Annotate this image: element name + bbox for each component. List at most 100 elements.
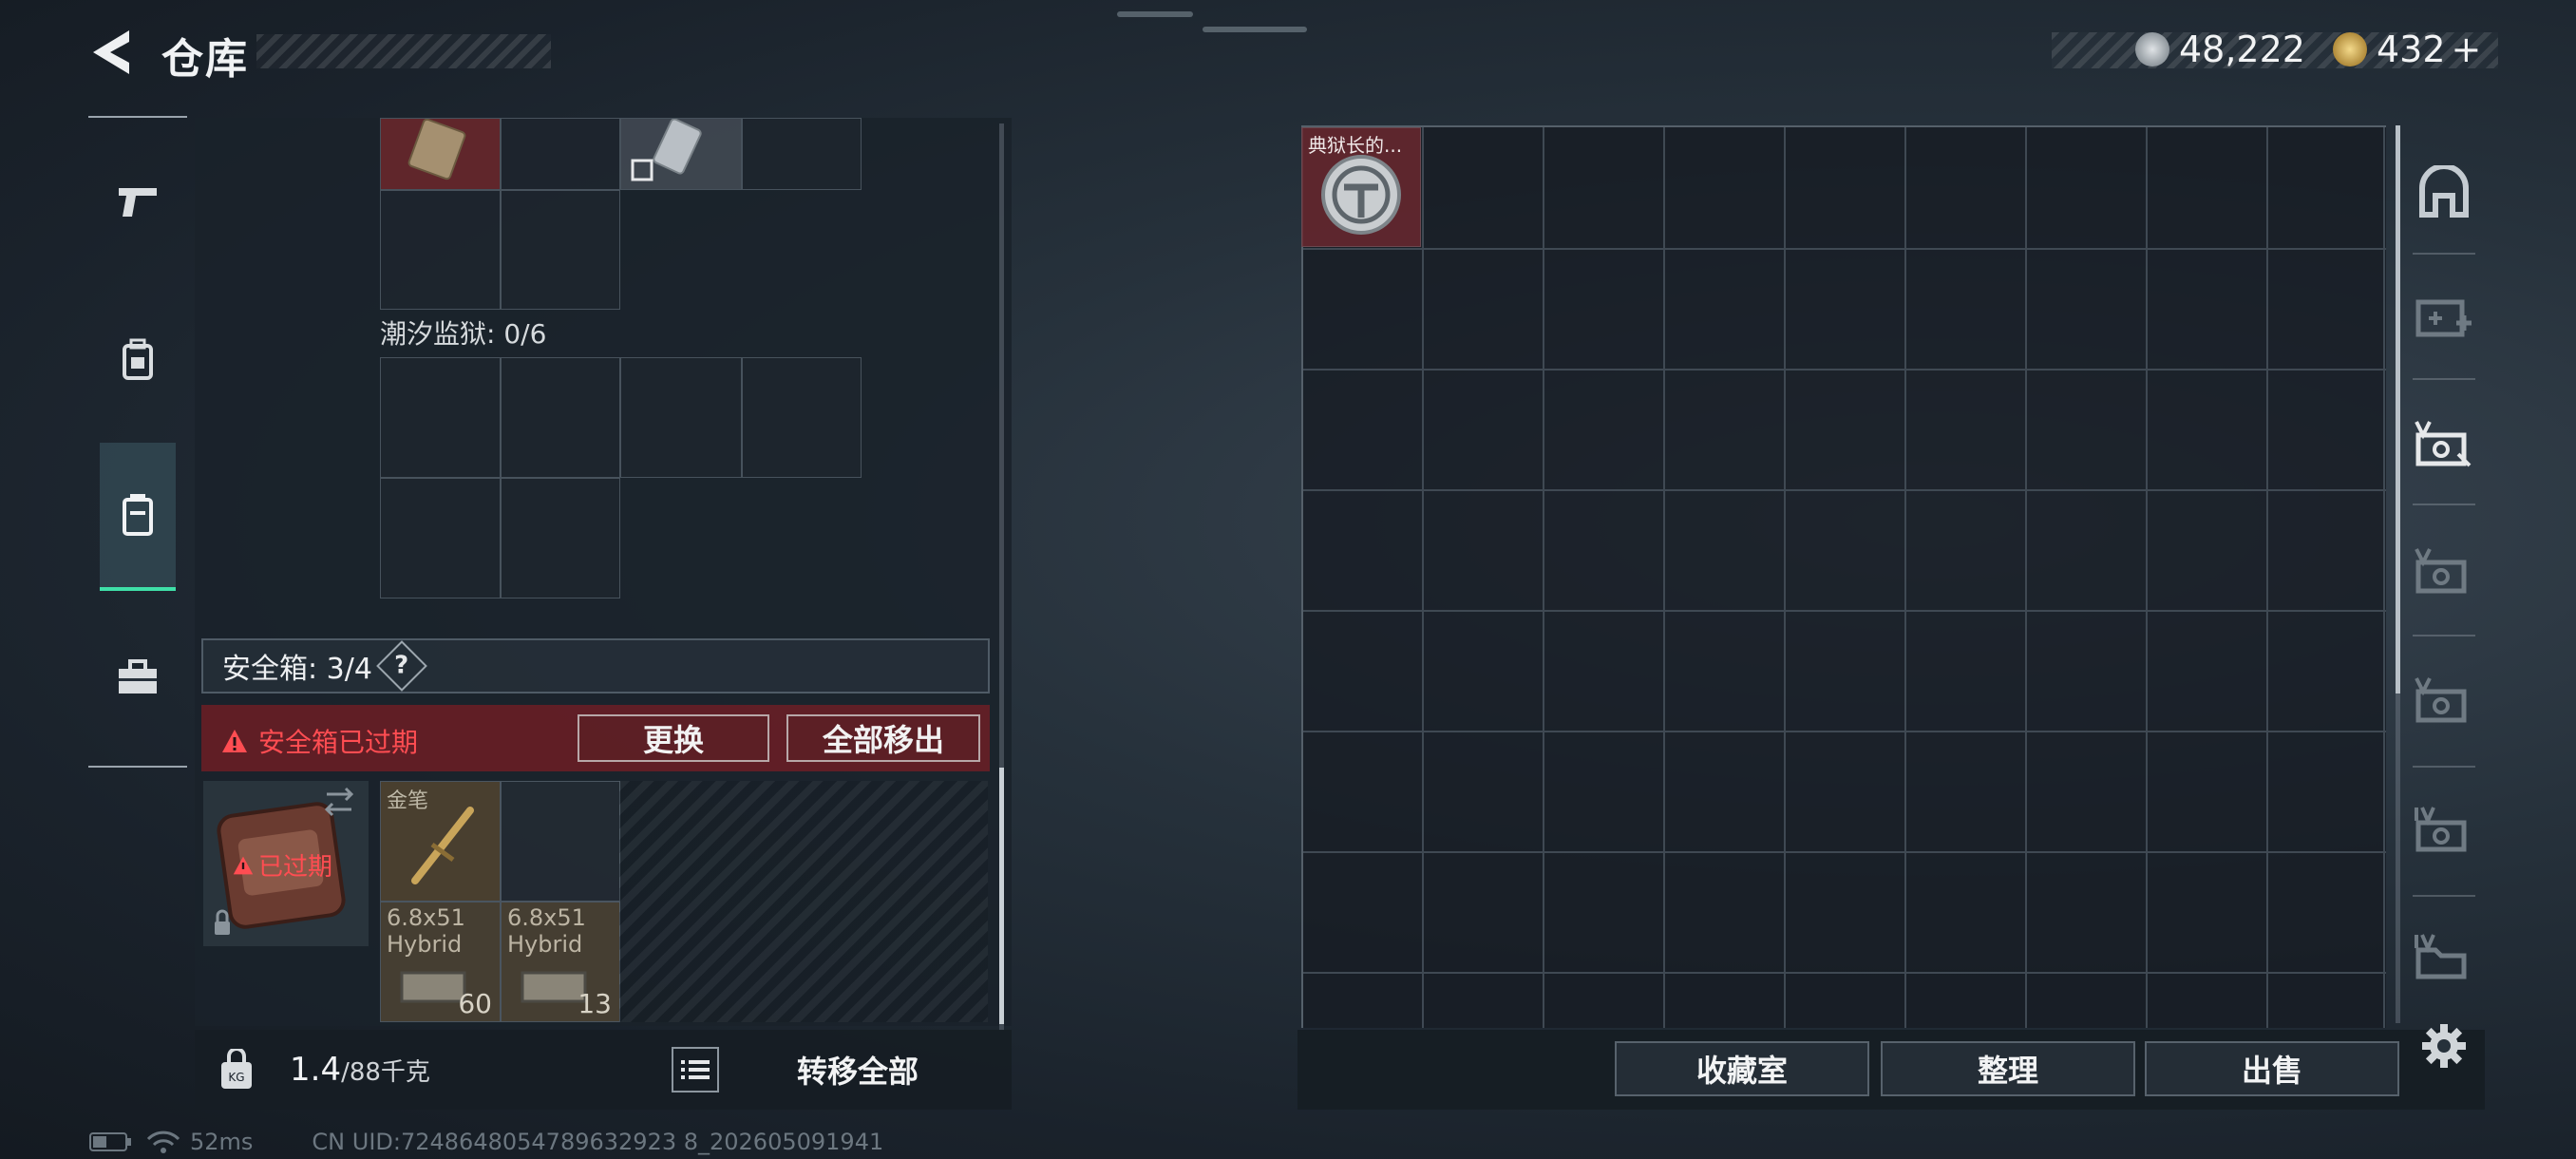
tab-divider [2413,504,2475,505]
transfer-all-button[interactable]: 转移全部 [734,1043,981,1096]
expired-warning-text: 安全箱已过期 [258,727,419,758]
storage-grid [1301,125,2386,1028]
gold-currency[interactable]: 432 + [2333,28,2481,70]
gold-amount: 432 [2377,28,2446,70]
grid-cell[interactable] [380,478,501,598]
grid-cell-occupied[interactable] [620,118,742,190]
item-ammo[interactable]: 6.8x51 Hybrid 13 [501,902,620,1022]
gold-coin-icon [2333,32,2367,66]
weight-current: 1.4 [290,1051,342,1089]
sell-button[interactable]: 出售 [2145,1041,2399,1096]
grid-cell[interactable] [620,357,742,478]
gold-add-button[interactable]: + [2452,28,2482,70]
move-all-out-button[interactable]: 全部移出 [786,714,980,762]
storage-v-icon [2415,677,2467,723]
storage-v-icon [2415,421,2472,467]
gold-pen-icon [411,807,474,884]
nav-containers[interactable] [100,443,176,591]
storage-tab-v2[interactable] [2409,536,2479,606]
expired-warning: 安全箱已过期 [220,722,418,760]
storage-tab-icon [2419,165,2469,218]
nav-armor[interactable] [100,321,176,397]
item-card-icon [407,119,466,180]
storage-tab-iv-folder[interactable] [2409,922,2479,992]
storage-grid-lines [1303,127,2386,1028]
left-scroll-thumb[interactable] [999,768,1004,1024]
storage-iv-icon [2415,807,2467,852]
title-decoration [256,34,551,68]
collection-room-button[interactable]: 收藏室 [1615,1041,1869,1096]
background-light-streak [1117,11,1193,17]
grid-cell[interactable] [380,357,501,478]
storage-footer: 收藏室 整理 出售 [1297,1030,2485,1110]
storage-iv-icon [2415,934,2467,979]
silver-amount: 48,222 [2179,28,2305,70]
warden-medal-icon [1321,155,1401,235]
weight-readout: 1.4/88千克 [290,1051,430,1089]
list-view-button[interactable] [672,1047,719,1092]
silver-coin-icon [2135,32,2169,66]
right-scroll-thumb[interactable] [2396,125,2400,694]
storage-tab-iv[interactable] [2409,794,2479,864]
pistol-icon [119,188,157,217]
settings-gear-icon[interactable] [2420,1022,2468,1070]
nav-weapons[interactable] [100,163,176,239]
replace-button[interactable]: 更换 [578,714,769,762]
safebox-expired-tag: 已过期 [232,847,332,883]
safebox-slot[interactable]: 已过期 [203,781,369,946]
wifi-icon [146,1130,180,1153]
storage-tab-v3[interactable] [2409,665,2479,735]
backpack-icon [123,338,153,380]
storage-add-icon [2415,299,2472,337]
storage-tab-expand[interactable] [2409,281,2479,352]
locked-slots-area [619,781,988,1022]
item-ammo[interactable]: 6.8x51 Hybrid 60 [380,902,501,1022]
item-warden-badge[interactable]: 典狱长的... [1301,127,1421,247]
status-bar: 52ms CN UID:7248648054789632923 8_202605… [89,1129,883,1155]
tab-divider [2413,378,2475,380]
weight-icon: KG [221,1049,252,1089]
item-count: 13 [578,988,612,1019]
grid-cell-occupied[interactable] [380,118,501,190]
grid-cell[interactable] [742,357,862,478]
battery-icon [89,1132,131,1151]
storage-tab-v-active[interactable] [2409,408,2479,479]
organize-button[interactable]: 整理 [1881,1041,2135,1096]
tab-divider [2413,635,2475,636]
grid-cell[interactable] [742,118,862,190]
backpack-footer: KG 1.4/88千克 转移全部 [195,1030,1012,1110]
safebox-capacity-label: 安全箱: 3/4 [222,653,372,686]
grid-cell[interactable] [501,190,620,310]
storage-v-icon [2415,548,2467,594]
storage-tab-main[interactable] [2409,158,2479,228]
safebox-icon [123,494,153,536]
weight-max: /88千克 [341,1058,430,1087]
page-title: 仓库 [161,35,249,84]
safebox-expired-bar: 安全箱已过期 更换 全部移出 [201,705,990,771]
grid-cell[interactable] [501,357,620,478]
list-icon [681,1060,710,1079]
uid-readout: CN UID:7248648054789632923 8_20260509194… [312,1129,884,1155]
question-icon: ? [394,652,409,680]
grid-cell[interactable] [501,478,620,598]
tab-divider [2413,766,2475,768]
grid-cell[interactable] [501,781,620,902]
nav-tools[interactable] [100,638,176,714]
tab-divider [2413,895,2475,897]
safebox-expired-text: 已过期 [258,853,333,882]
silver-currency: 48,222 [2135,28,2305,70]
toolbox-icon [119,659,157,694]
warning-icon [233,856,254,874]
item-count: 60 [458,988,492,1019]
svg-text:KG: KG [228,1071,244,1084]
item-name: 6.8x51 Hybrid [387,904,465,958]
grid-cell[interactable] [380,190,501,310]
ping-readout: 52ms [190,1129,254,1155]
safebox-header: 安全箱: 3/4 ? [201,638,990,694]
help-button[interactable]: ? [376,640,427,692]
grid-cell[interactable] [501,118,620,190]
tide-prison-label: 潮汐监狱: 0/6 [380,318,547,350]
item-gold-pen[interactable]: 金笔 [380,781,501,902]
back-arrow-icon[interactable] [87,27,135,78]
background-light-streak [1203,27,1307,32]
